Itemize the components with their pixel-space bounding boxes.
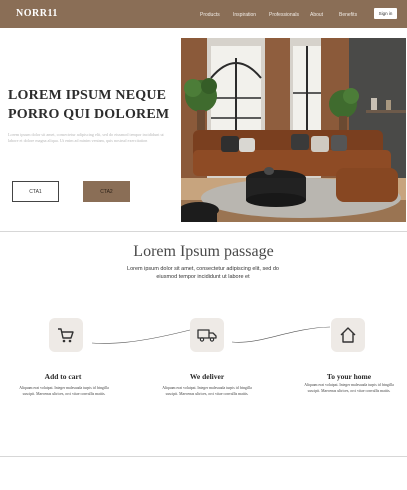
- step-icon-box-delivery: [190, 318, 224, 352]
- step-title-to-your-home: To your home: [326, 372, 372, 381]
- footer-divider: [0, 456, 407, 457]
- step-icon-box-home: [331, 318, 365, 352]
- truck-icon: [197, 329, 217, 342]
- cart-icon: [58, 328, 74, 343]
- step-description: Aliquam erat volutpat. Integer malesuada…: [162, 386, 252, 396]
- step-description: Aliquam erat volutpat. Integer malesuada…: [304, 383, 394, 393]
- step-connector-lines: [91, 326, 331, 344]
- step-title-we-deliver: We deliver: [189, 372, 225, 381]
- home-icon: [340, 327, 356, 343]
- step-icon-box-cart: [49, 318, 83, 352]
- step-description: Aliquam erat volutpat. Integer malesuada…: [19, 386, 109, 396]
- step-title-add-to-cart: Add to cart: [44, 372, 82, 381]
